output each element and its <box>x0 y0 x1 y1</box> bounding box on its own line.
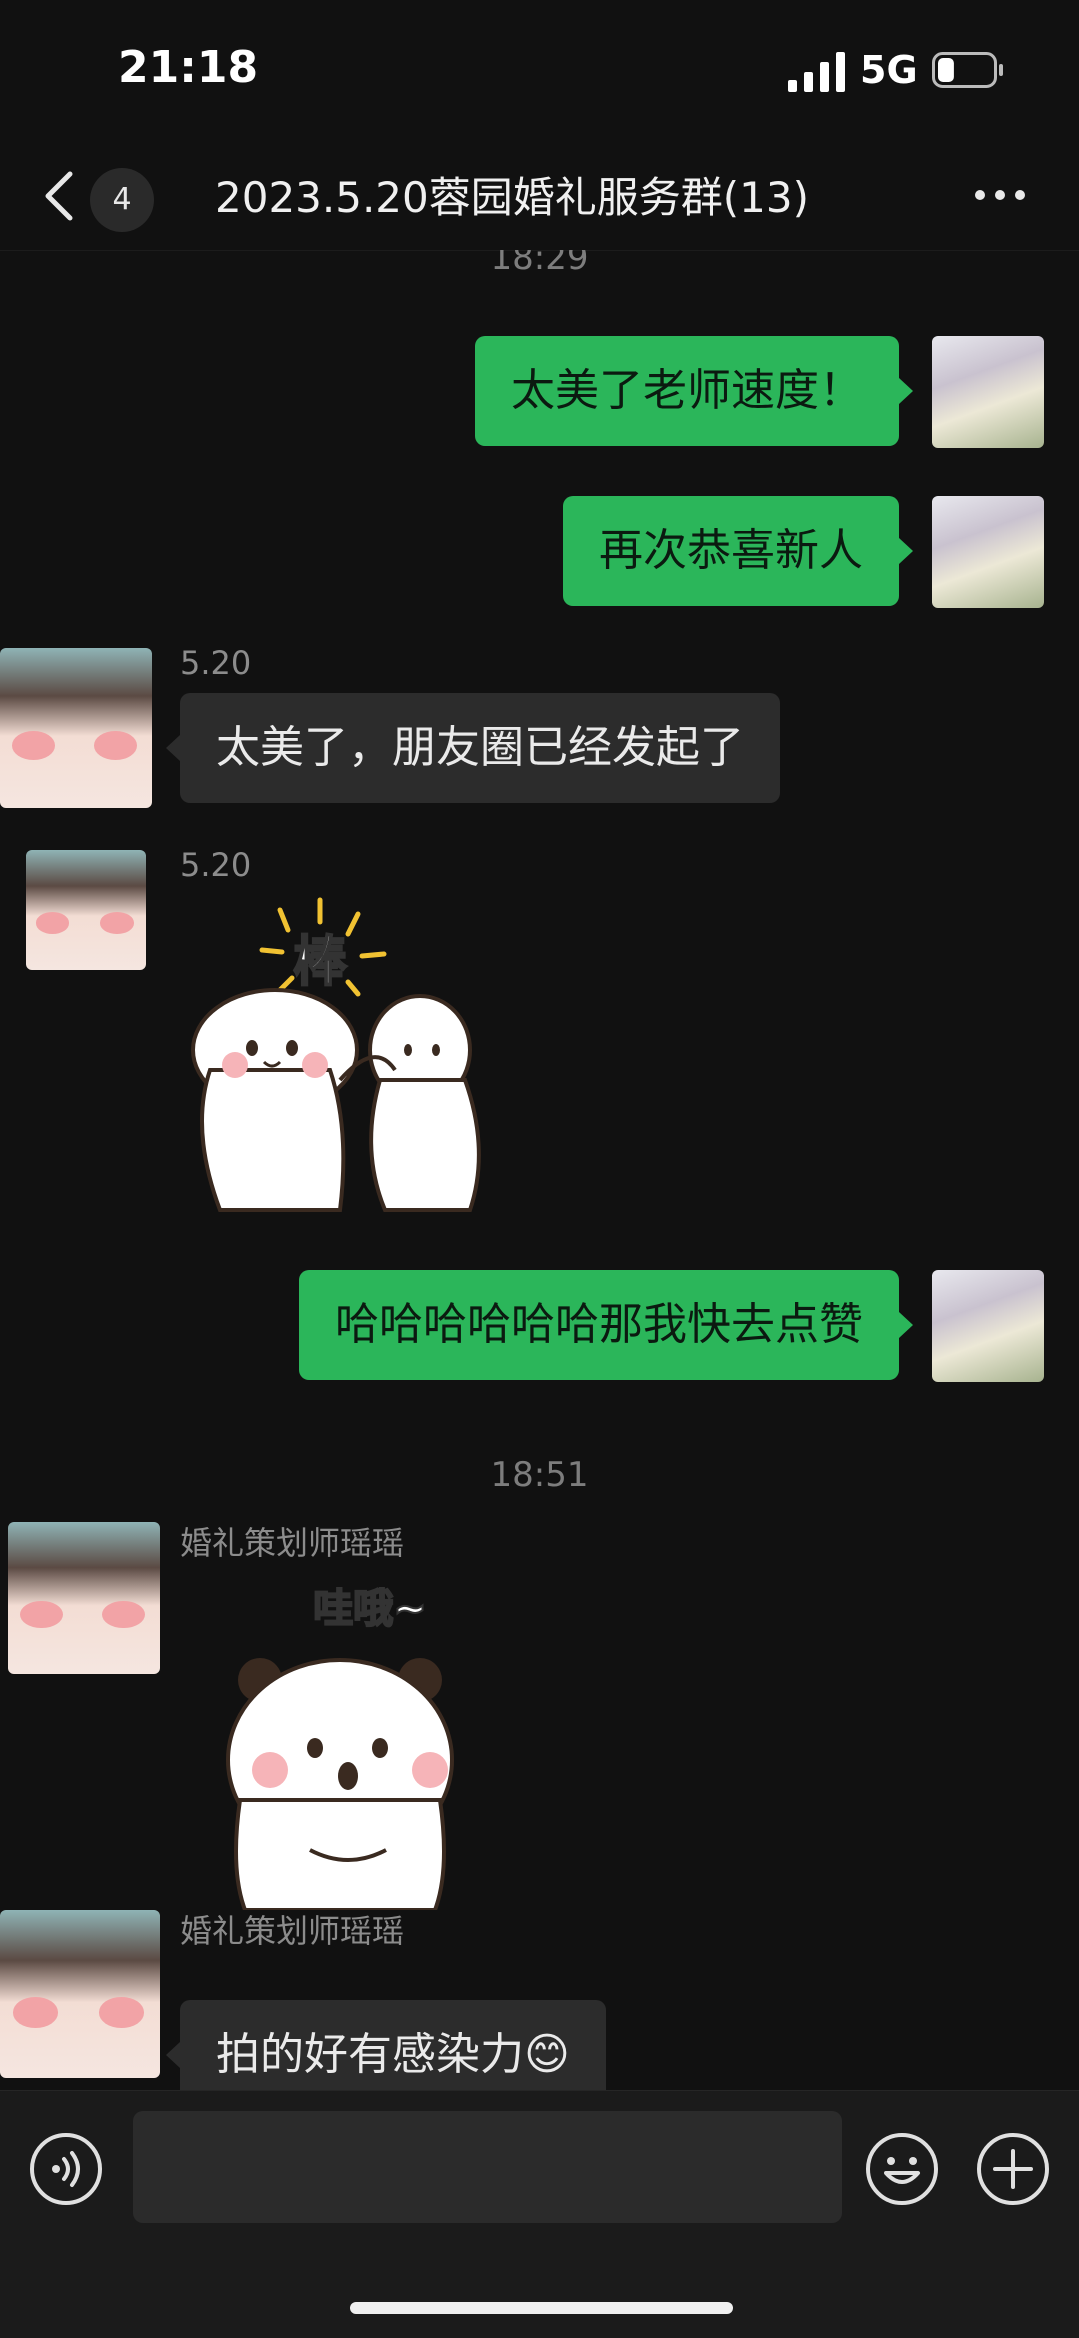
my-message-bubble[interactable]: 哈哈哈哈哈哈那我快去点赞 <box>299 1270 913 1380</box>
my-avatar[interactable] <box>932 496 1044 608</box>
sender-name: 婚礼策划师瑶瑶 <box>180 1524 405 1562</box>
voice-icon[interactable] <box>28 2131 104 2207</box>
signal-icon <box>788 52 845 92</box>
timestamp: 18:51 <box>490 1455 589 1495</box>
chat-header: 4 2023.5.20蓉园婚礼服务群(13) <box>0 140 1079 251</box>
member-avatar[interactable] <box>0 648 152 808</box>
emoji-icon[interactable] <box>864 2131 940 2207</box>
my-avatar[interactable] <box>932 336 1044 448</box>
status-bar: 21:18 5G <box>0 0 1079 140</box>
back-arrow-icon[interactable] <box>42 168 76 224</box>
status-time: 21:18 <box>118 42 259 93</box>
sticker-message[interactable]: 棒 <box>180 890 520 1220</box>
input-bar <box>0 2090 1079 2338</box>
sticker-caption: 棒 <box>293 930 348 993</box>
chat-message-list[interactable]: 18:29 太美了老师速度！ 再次恭喜新人 5.20 太美了，朋友圈已经发起了 … <box>0 250 1079 2090</box>
battery-icon <box>932 52 1003 88</box>
sender-name: 婚礼策划师瑶瑶 <box>180 1912 405 1950</box>
timestamp: 18:29 <box>490 250 589 278</box>
member-avatar[interactable] <box>0 1910 160 2078</box>
message-input[interactable] <box>133 2111 842 2223</box>
my-avatar[interactable] <box>932 1270 1044 1382</box>
unread-count-badge[interactable]: 4 <box>90 168 154 232</box>
sticker-caption: 哇哦~ <box>313 1586 427 1632</box>
my-message-bubble[interactable]: 太美了老师速度！ <box>475 336 913 446</box>
sticker-message[interactable]: 哇哦~ <box>210 1570 510 1910</box>
member-avatar[interactable] <box>26 850 146 970</box>
member-avatar[interactable] <box>8 1522 160 1674</box>
sender-name: 5.20 <box>180 846 252 884</box>
plus-icon[interactable] <box>975 2131 1051 2207</box>
chat-title: 2023.5.20蓉园婚礼服务群(13) <box>215 173 809 222</box>
their-message-bubble[interactable]: 太美了，朋友圈已经发起了 <box>166 693 780 803</box>
home-indicator[interactable] <box>350 2302 733 2314</box>
my-message-bubble[interactable]: 再次恭喜新人 <box>563 496 913 606</box>
sender-name: 5.20 <box>180 644 252 682</box>
network-type: 5G <box>860 48 918 92</box>
more-icon[interactable] <box>972 185 1028 205</box>
their-message-bubble[interactable]: 拍的好有感染力😊 <box>166 2000 606 2090</box>
